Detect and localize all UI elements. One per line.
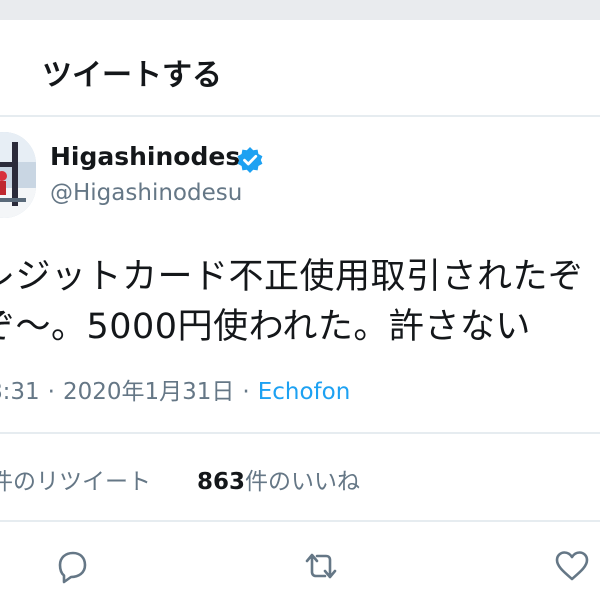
retweet-icon (305, 553, 337, 579)
verified-badge-icon (236, 146, 264, 174)
likes-stat[interactable]: 863件のいいね (197, 462, 360, 496)
divider (0, 432, 600, 434)
status-bar-strip (0, 0, 600, 20)
retweets-stat[interactable]: 件のリツイート (0, 469, 151, 495)
likes-label: 件のいいね (245, 469, 361, 495)
tweet-meta: 8:31 · 2020年1月31日 · Echofon (0, 372, 350, 406)
page-title: ツイートする (42, 58, 222, 93)
meta-separator: · (242, 379, 250, 405)
tweet-source-link[interactable]: Echofon (258, 379, 351, 405)
like-button[interactable] (552, 546, 592, 586)
reply-button[interactable] (52, 546, 92, 586)
likes-count: 863 (197, 469, 246, 495)
retweet-button[interactable] (301, 546, 341, 586)
like-icon (555, 551, 589, 581)
avatar-image (0, 132, 36, 218)
tweet-time: 8:31 (0, 379, 40, 405)
tweet-stats: 件のリツイート 863件のいいね (0, 462, 360, 496)
author-handle[interactable]: @Higashinodesu (50, 180, 242, 206)
divider (0, 520, 600, 522)
reply-icon (58, 551, 87, 584)
tweet-text-line-1: レジットカード不正使用取引されたぞ (0, 257, 584, 297)
meta-separator: · (47, 379, 55, 405)
avatar[interactable] (0, 132, 36, 218)
tweet-text-line-2: ぞ〜。5000円使われた。許さない (0, 307, 531, 347)
tweet-date: 2020年1月31日 (62, 379, 235, 405)
author-display-name[interactable]: Higashinodesu (50, 142, 258, 171)
tweet-detail-screen: ツイートする Higashinodesu @Higashinodesu レジット… (0, 0, 600, 600)
header: ツイートする (0, 20, 600, 117)
